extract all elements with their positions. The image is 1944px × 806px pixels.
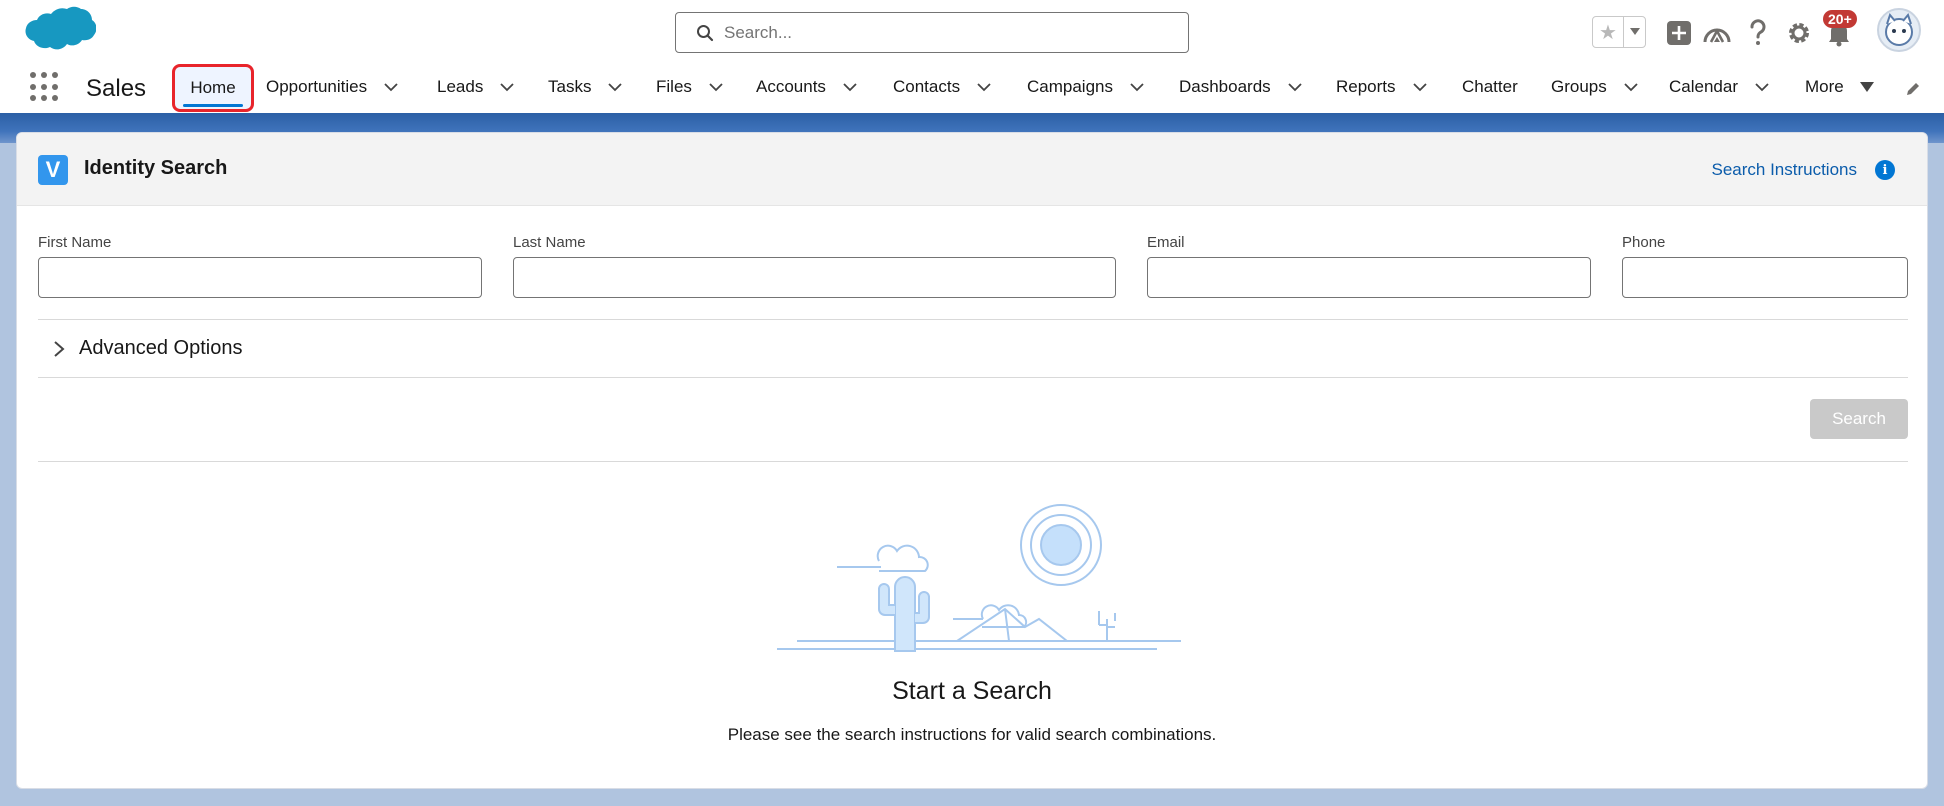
- favorites-control[interactable]: ★: [1592, 16, 1646, 48]
- advanced-options-label: Advanced Options: [79, 337, 243, 359]
- global-search-box[interactable]: [675, 12, 1189, 53]
- favorites-dropdown-icon[interactable]: [1624, 17, 1645, 47]
- phone-label: Phone: [1622, 234, 1666, 251]
- chevron-right-icon[interactable]: [53, 340, 65, 358]
- divider: [38, 461, 1908, 462]
- edit-nav-pencil-icon[interactable]: [1904, 80, 1922, 98]
- global-actions-plus-icon[interactable]: [1664, 18, 1694, 48]
- nav-tab-dashboards[interactable]: Dashboards: [1179, 62, 1303, 112]
- divider: [38, 377, 1908, 378]
- nav-tab-label: Home: [190, 78, 236, 97]
- chevron-down-icon[interactable]: [383, 79, 399, 95]
- phone-field[interactable]: [1622, 257, 1908, 298]
- nav-tab-chatter[interactable]: Chatter: [1462, 62, 1518, 112]
- identity-search-logo-icon: V: [38, 155, 68, 185]
- chevron-down-icon[interactable]: [1623, 79, 1639, 95]
- info-icon[interactable]: i: [1875, 160, 1895, 180]
- user-avatar[interactable]: [1877, 8, 1921, 52]
- nav-tab-label: Files: [656, 77, 692, 96]
- nav-tab-label: Accounts: [756, 77, 826, 96]
- nav-tab-label: Opportunities: [266, 77, 368, 96]
- nav-tab-opportunities[interactable]: Opportunities: [266, 62, 399, 112]
- first-name-field[interactable]: [38, 257, 482, 298]
- salesforce-logo[interactable]: [20, 6, 96, 60]
- first-name-label: First Name: [38, 234, 112, 251]
- global-header: ★ 20+ Sales Home Opportunities Leads Tas…: [0, 0, 1944, 114]
- nav-tab-more[interactable]: More: [1805, 62, 1874, 112]
- chevron-down-icon[interactable]: [1412, 79, 1428, 95]
- empty-state-subtitle: Please see the search instructions for v…: [727, 725, 1217, 744]
- email-field[interactable]: [1147, 257, 1591, 298]
- setup-gear-icon[interactable]: [1784, 18, 1814, 48]
- nav-tab-reports[interactable]: Reports: [1336, 62, 1428, 112]
- identity-search-card: V Identity Search Search Instructions i …: [16, 132, 1928, 789]
- chevron-down-icon[interactable]: [1754, 79, 1770, 95]
- last-name-label: Last Name: [513, 234, 586, 251]
- nav-tab-files[interactable]: Files: [656, 62, 724, 112]
- global-search-input[interactable]: [724, 13, 1164, 52]
- nav-tab-label: Dashboards: [1179, 77, 1271, 96]
- nav-tab-leads[interactable]: Leads: [437, 62, 515, 112]
- app-name: Sales: [86, 75, 147, 102]
- app-navigation-bar: Sales Home Opportunities Leads Tasks Fil…: [0, 62, 1944, 112]
- desert-empty-state-illustration: [777, 504, 1181, 652]
- chevron-down-icon[interactable]: [842, 79, 858, 95]
- nav-tab-calendar[interactable]: Calendar: [1669, 62, 1770, 112]
- help-icon[interactable]: [1743, 18, 1773, 48]
- search-button[interactable]: Search: [1810, 399, 1908, 439]
- search-icon: [697, 25, 714, 42]
- nav-tab-label: Chatter: [1462, 77, 1518, 96]
- chevron-down-icon[interactable]: [708, 79, 724, 95]
- chevron-down-icon[interactable]: [1287, 79, 1303, 95]
- nav-tab-label: Campaigns: [1027, 77, 1113, 96]
- chevron-down-icon[interactable]: [607, 79, 623, 95]
- nav-tab-label: Contacts: [893, 77, 961, 96]
- chevron-down-icon[interactable]: [976, 79, 992, 95]
- card-title: Identity Search: [84, 157, 228, 179]
- card-header: V Identity Search Search Instructions i: [17, 133, 1927, 206]
- nav-tab-label: Calendar: [1669, 77, 1738, 96]
- trailhead-icon[interactable]: [1702, 18, 1732, 48]
- search-instructions-link[interactable]: Search Instructions: [1711, 160, 1857, 180]
- empty-state-title: Start a Search: [892, 677, 1052, 705]
- nav-tab-label: Leads: [437, 77, 484, 96]
- nav-tab-home[interactable]: Home: [172, 64, 254, 112]
- nav-tab-label: Groups: [1551, 77, 1607, 96]
- favorites-star-icon[interactable]: ★: [1593, 17, 1624, 47]
- chevron-down-icon[interactable]: [499, 79, 515, 95]
- nav-tab-accounts[interactable]: Accounts: [756, 62, 858, 112]
- nav-tab-label: More: [1805, 77, 1844, 96]
- notifications-badge: 20+: [1823, 10, 1857, 28]
- caret-down-icon[interactable]: [1859, 82, 1874, 92]
- last-name-field[interactable]: [513, 257, 1116, 298]
- divider: [38, 319, 1908, 320]
- advanced-options-toggle[interactable]: Advanced Options: [53, 337, 242, 360]
- app-launcher-icon[interactable]: [30, 72, 60, 102]
- nav-tab-label: Reports: [1336, 77, 1396, 96]
- nav-tab-campaigns[interactable]: Campaigns: [1027, 62, 1145, 112]
- nav-tab-groups[interactable]: Groups: [1551, 62, 1639, 112]
- nav-tab-tasks[interactable]: Tasks: [548, 62, 623, 112]
- nav-tab-label: Tasks: [548, 77, 592, 96]
- nav-tab-contacts[interactable]: Contacts: [893, 62, 992, 112]
- email-label: Email: [1147, 234, 1185, 251]
- chevron-down-icon[interactable]: [1129, 79, 1145, 95]
